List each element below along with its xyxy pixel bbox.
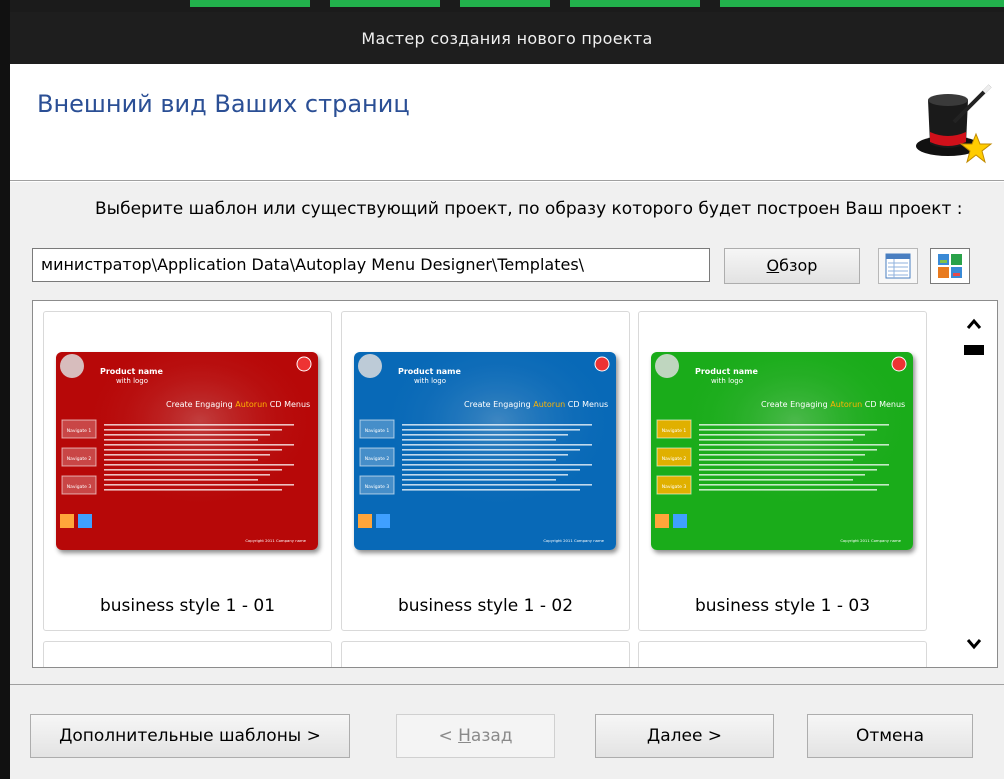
page-title: Внешний вид Ваших страниц [37,90,410,118]
template-label: business style 1 - 01 [99,596,276,616]
window-title: Мастер создания нового проекта [361,28,653,48]
thumb-product-name: Product name [398,367,462,376]
template-thumbnail: Product name with logo Create Engaging A… [651,352,913,550]
template-thumbnail: Product name with logo Create Engaging A… [56,352,318,550]
thumb-nav-label: Navigate 3 [662,484,687,490]
scroll-down-icon[interactable] [964,635,984,653]
template-path-input[interactable]: министратор\Application Data\Autoplay Me… [32,248,710,282]
thumb-nav-label: Navigate 3 [365,484,390,490]
thumb-nav-label: Navigate 1 [67,428,92,434]
thumb-headline: Create Engaging Autorun CD Menus [761,400,905,409]
wizard-body: Выберите шаблон или существующий проект,… [10,182,1004,684]
window-frame-left [0,0,10,779]
thumb-with-logo: with logo [414,377,446,385]
template-label: business style 1 - 03 [694,596,871,616]
template-card[interactable]: Product name with logo Create Engaging A… [638,311,927,631]
wizard-header: Внешний вид Ваших страниц [10,64,1004,181]
scroll-up-icon[interactable] [964,315,984,333]
thumb-product-name: Product name [695,367,759,376]
next-button[interactable]: Далее > [595,714,774,758]
list-view-button[interactable] [878,248,918,284]
thumb-headline: Create Engaging Autorun CD Menus [464,400,608,409]
thumb-nav-label: Navigate 3 [67,484,92,490]
thumb-copyright: Copyright 2011 Company name [543,538,604,543]
browse-button[interactable]: Обзор [724,248,860,284]
thumb-nav-label: Navigate 1 [365,428,390,434]
thumb-nav-label: Navigate 2 [662,456,687,462]
thumb-headline: Create Engaging Autorun CD Menus [166,400,310,409]
thumb-copyright: Copyright 2011 Company name [245,538,306,543]
template-card[interactable]: Product name with logo Create Engaging A… [341,311,630,631]
thumb-with-logo: with logo [711,377,743,385]
thumbnail-view-icon [938,254,962,278]
cancel-button[interactable]: Отмена [807,714,973,758]
template-gallery[interactable]: Product name with logo Create Engaging A… [32,300,998,668]
thumb-nav-label: Navigate 1 [662,428,687,434]
template-thumbnail: Product name with logo Create Engaging A… [354,352,616,550]
template-card-partial[interactable] [341,641,630,667]
thumb-copyright: Copyright 2011 Company name [840,538,901,543]
magic-hat-icon [916,84,993,164]
instruction-text: Выберите шаблон или существующий проект,… [95,199,963,219]
background-strip [0,0,1004,12]
thumbnail-view-button[interactable] [930,248,970,284]
scrollbar-thumb[interactable] [964,345,984,355]
template-card-partial[interactable] [43,641,332,667]
list-view-icon [885,253,911,279]
template-card[interactable]: Product name with logo Create Engaging A… [43,311,332,631]
thumb-with-logo: with logo [116,377,148,385]
more-templates-button[interactable]: Дополнительные шаблоны > [30,714,350,758]
back-button[interactable]: < Назад [396,714,555,758]
template-card-partial[interactable] [638,641,927,667]
window-titlebar[interactable]: Мастер создания нового проекта [10,12,1004,64]
thumb-product-name: Product name [100,367,164,376]
vertical-scrollbar[interactable] [951,301,997,667]
template-label: business style 1 - 02 [397,596,574,616]
wizard-footer: Дополнительные шаблоны > < Назад Далее >… [10,684,1004,779]
thumb-nav-label: Navigate 2 [365,456,390,462]
thumb-nav-label: Navigate 2 [67,456,92,462]
